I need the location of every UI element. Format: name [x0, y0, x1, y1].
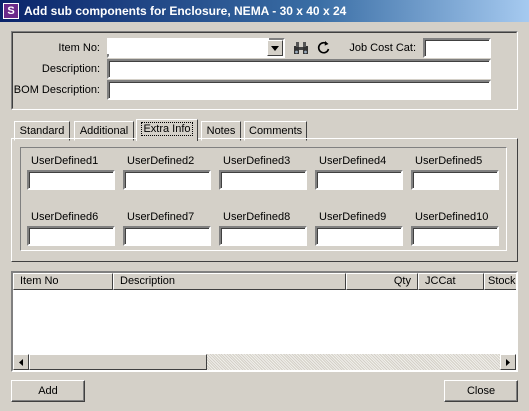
close-button[interactable]: Close — [444, 380, 518, 402]
user-defined-4-input[interactable] — [315, 170, 403, 190]
user-defined-2-input[interactable] — [123, 170, 211, 190]
tab-label: Additional — [79, 125, 129, 137]
job-cost-cat-label: Job Cost Cat: — [349, 42, 416, 54]
user-defined-1-label: UserDefined1 — [31, 155, 99, 167]
app-icon: S — [3, 3, 19, 19]
horizontal-scrollbar[interactable] — [13, 354, 516, 370]
user-defined-10-label: UserDefined10 — [415, 211, 489, 223]
add-button[interactable]: Add — [11, 380, 85, 402]
column-header-qty[interactable]: Qty — [346, 273, 418, 290]
item-no-dropdown-button[interactable] — [267, 40, 283, 56]
user-defined-7-input[interactable] — [123, 226, 211, 246]
tab-label: Comments — [249, 125, 303, 137]
column-header-stock[interactable]: Stock — [484, 273, 516, 290]
tab-extra-info[interactable]: Extra Info — [136, 119, 198, 141]
user-defined-6-input[interactable] — [27, 226, 115, 246]
chevron-right-icon — [506, 358, 510, 366]
tab-label: Standard — [19, 125, 65, 137]
item-no-label: Item No: — [58, 42, 100, 54]
user-defined-9-label: UserDefined9 — [319, 211, 387, 223]
user-defined-2-label: UserDefined2 — [127, 155, 195, 167]
refresh-icon[interactable] — [315, 39, 333, 57]
grid-header: Item No Description Qty JCCat Stock — [13, 273, 516, 290]
scrollbar-thumb[interactable] — [29, 354, 207, 370]
tab-label: Notes — [206, 125, 236, 137]
description-input[interactable] — [107, 59, 491, 79]
column-header-jccat[interactable]: JCCat — [418, 273, 484, 290]
tab-label: Extra Info — [141, 122, 193, 136]
column-header-item-no[interactable]: Item No — [13, 273, 113, 290]
job-cost-cat-input[interactable] — [423, 38, 491, 58]
binoculars-icon[interactable] — [292, 39, 310, 57]
user-defined-6-label: UserDefined6 — [31, 211, 99, 223]
user-defined-5-label: UserDefined5 — [415, 155, 483, 167]
user-defined-8-label: UserDefined8 — [223, 211, 291, 223]
user-defined-3-input[interactable] — [219, 170, 307, 190]
bom-description-label: BOM Description: — [13, 84, 100, 96]
user-defined-1-input[interactable] — [27, 170, 115, 190]
scroll-right-button[interactable] — [500, 354, 516, 370]
user-defined-7-label: UserDefined7 — [127, 211, 195, 223]
title-bar: S Add sub components for Enclosure, NEMA… — [0, 0, 529, 22]
chevron-left-icon — [19, 358, 23, 366]
user-defined-8-input[interactable] — [219, 226, 307, 246]
item-no-combobox[interactable] — [107, 38, 285, 58]
user-defined-9-input[interactable] — [315, 226, 403, 246]
bom-description-input[interactable] — [107, 80, 491, 100]
item-no-input[interactable] — [107, 38, 269, 54]
scroll-left-button[interactable] — [13, 354, 29, 370]
user-defined-5-input[interactable] — [411, 170, 499, 190]
window-title: Add sub components for Enclosure, NEMA -… — [24, 4, 347, 18]
user-defined-10-input[interactable] — [411, 226, 499, 246]
sub-components-grid[interactable]: Item No Description Qty JCCat Stock — [11, 271, 518, 372]
user-defined-3-label: UserDefined3 — [223, 155, 291, 167]
user-defined-4-label: UserDefined4 — [319, 155, 387, 167]
description-label: Description: — [41, 63, 100, 75]
chevron-down-icon — [271, 45, 279, 51]
column-header-description[interactable]: Description — [113, 273, 346, 290]
